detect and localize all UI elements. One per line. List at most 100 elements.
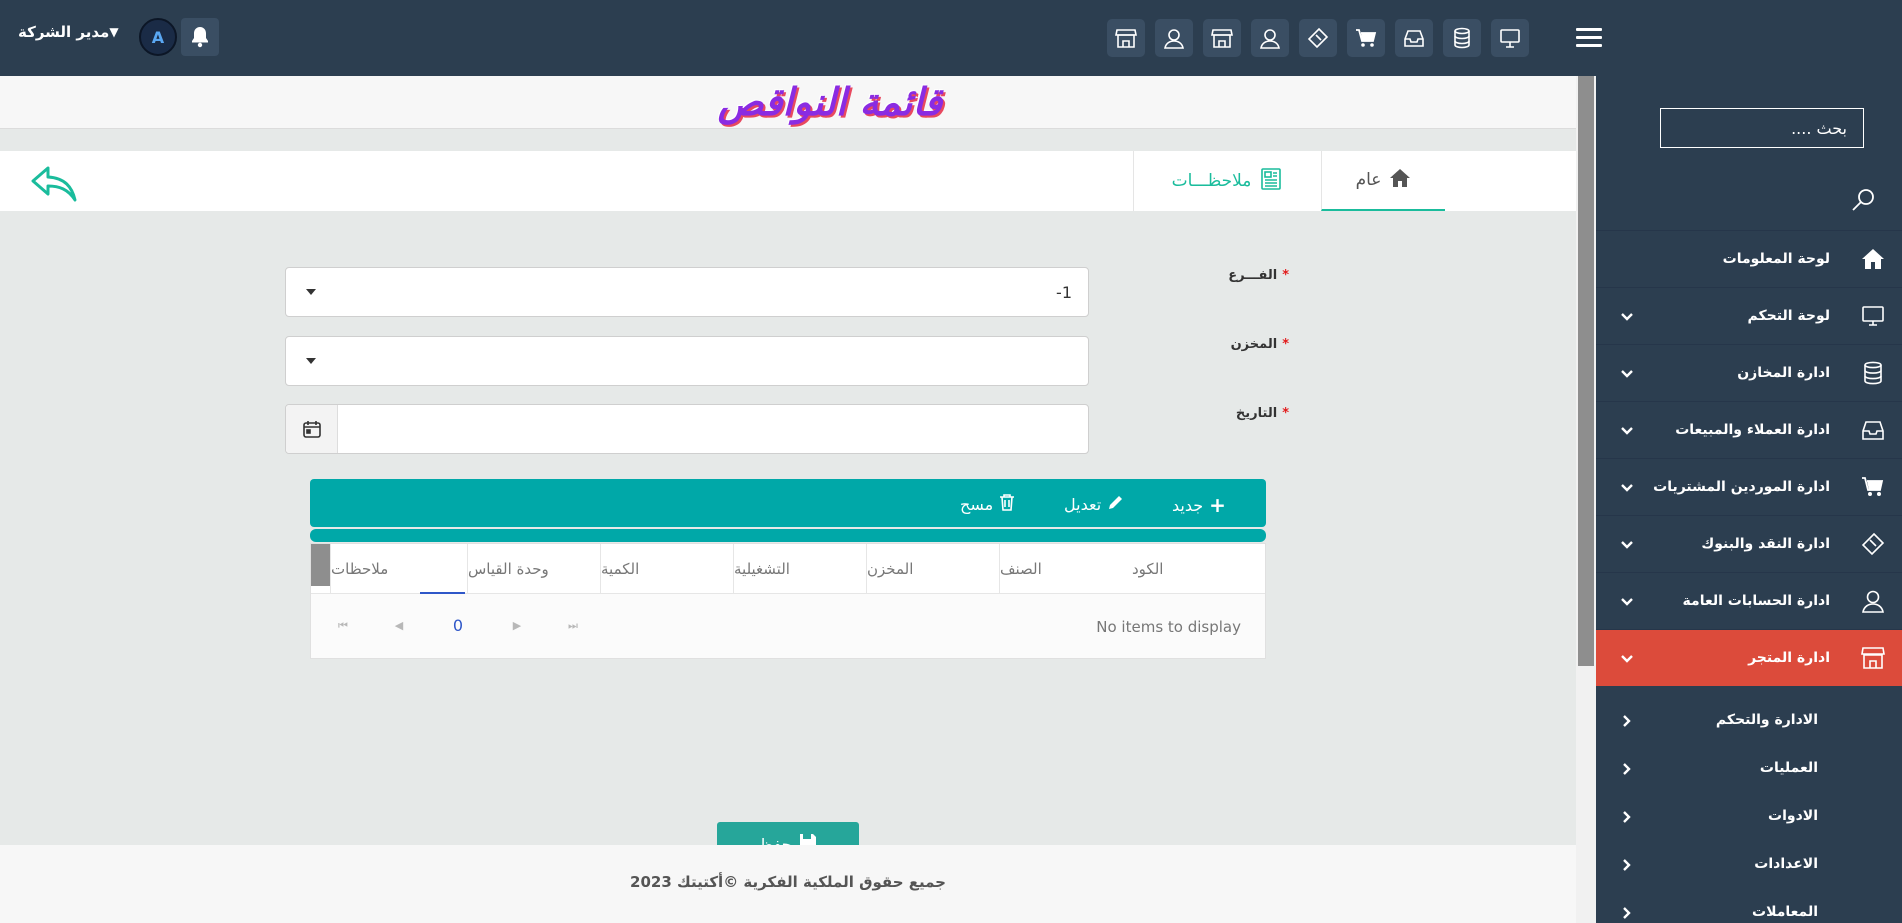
branch-value: -1 [1056,283,1072,302]
newspaper-icon [1259,167,1283,196]
ticket-icon[interactable] [1299,19,1337,57]
search-input[interactable] [1660,108,1864,148]
sidebar-subitem-tools[interactable]: الادوات [1596,792,1902,840]
tab-notes[interactable]: ملاحظـــات [1133,151,1321,211]
back-arrow-icon[interactable] [30,165,78,207]
page-number[interactable]: 0 [447,616,469,635]
copyright-text: جميع حقوق الملكية الفكرية ©أكتيتك 2023 [630,873,946,891]
sidebar-item-control-panel[interactable]: لوحة التحكم [1596,287,1902,344]
required-mark: * [1282,406,1289,421]
store-select[interactable] [285,336,1089,386]
sidebar-item-warehouses[interactable]: ادارة المخازن [1596,344,1902,401]
column-header[interactable]: ملاحظات [330,544,467,594]
sidebar-subitem-management[interactable]: الادارة والتحكم [1596,696,1902,744]
home-icon [1861,248,1885,270]
edit-button[interactable]: تعديل [1064,493,1125,515]
user-icon[interactable] [1251,19,1289,57]
title-bar: قائمة النواقص [0,76,1576,129]
store-icon[interactable] [1203,19,1241,57]
plus-icon: + [1209,493,1226,517]
chevron-down-icon [1620,367,1634,383]
quick-icons [1107,19,1529,57]
bell-icon[interactable] [181,18,219,56]
next-page-icon[interactable]: ▶ [509,619,525,632]
pager-controls: ⏮ ◀ 0 ▶ ⏭ [335,616,581,635]
inbox-icon [1861,419,1885,441]
trash-icon [999,493,1015,515]
page-scrollbar[interactable] [1576,76,1596,923]
monitor-icon[interactable] [1491,19,1529,57]
top-bar: ▼ مدير الشركة A [0,0,1902,76]
pencil-icon [1107,493,1125,515]
home-icon [1389,168,1411,193]
sidebar-item-cash-banks[interactable]: ادارة النقد والبنوك [1596,515,1902,572]
tab-notes-label: ملاحظـــات [1171,171,1252,191]
save-button[interactable]: حفظ [717,822,859,846]
column-header[interactable]: التشغيلية [733,544,866,594]
hamburger-menu-icon[interactable] [1576,28,1602,48]
database-icon [1861,361,1885,385]
branch-select[interactable]: -1 [285,267,1089,317]
sidebar-item-store[interactable]: ادارة المتجر [1596,629,1902,686]
prev-page-icon[interactable]: ◀ [391,619,407,632]
empty-message: No items to display [1096,618,1241,636]
chevron-right-icon [1622,762,1632,780]
sidebar-subitem-settings[interactable]: الاعدادات [1596,840,1902,888]
user-icon [1861,590,1885,613]
new-button[interactable]: + جديد [1172,493,1226,517]
required-mark: * [1282,337,1289,352]
sidebar-subitem-transactions[interactable]: المعاملات [1596,888,1902,923]
user-icon[interactable] [1155,19,1193,57]
delete-button[interactable]: مسح [960,493,1015,515]
chevron-down-icon [1620,538,1634,554]
user-name: مدير الشركة [18,23,110,41]
store-label: *المخزن [1230,337,1289,352]
grid-toolbar: + جديد تعديل مسح [310,479,1266,527]
chevron-right-icon [1622,858,1632,876]
sidebar-item-suppliers-purchases[interactable]: ادارة الموردين المشتريات [1596,458,1902,515]
column-header[interactable]: المخزن [866,544,999,594]
sidebar-subitem-operations[interactable]: العمليات [1596,744,1902,792]
sidebar: لوحة المعلومات لوحة التحكم ادارة المخازن… [1596,76,1902,923]
calendar-icon[interactable] [286,405,338,453]
monitor-icon [1861,305,1885,327]
grid-scrollbar[interactable] [311,544,330,586]
chevron-down-icon [1620,424,1634,440]
last-page-icon[interactable]: ⏭ [565,619,581,633]
avatar[interactable]: A [139,18,177,56]
chevron-right-icon [1622,906,1632,923]
chevron-down-icon [1620,595,1634,611]
sidebar-item-dashboard[interactable]: لوحة المعلومات [1596,230,1902,287]
search-icon[interactable] [1850,187,1876,217]
tab-general[interactable]: عام [1321,151,1445,211]
page-title: قائمة النواقص [717,79,943,124]
date-label: *التاريخ [1235,406,1289,421]
items-grid: الكود الصنف المخزن التشغيلية الكمية وحدة… [310,543,1266,659]
date-input[interactable] [285,404,1089,454]
column-header[interactable]: الصنف [999,544,1132,594]
database-icon[interactable] [1443,19,1481,57]
branch-label: *الفـــرع [1228,268,1289,283]
user-menu[interactable]: ▼ مدير الشركة [18,23,125,41]
column-header[interactable]: الكود [1132,544,1265,594]
cart-icon[interactable] [1347,19,1385,57]
dropdown-arrow-icon[interactable] [306,358,316,364]
tab-bar: عام ملاحظـــات [0,151,1576,211]
dropdown-arrow-icon[interactable] [306,289,316,295]
grid-divider [310,529,1266,542]
inbox-icon[interactable] [1395,19,1433,57]
first-page-icon[interactable]: ⏮ [335,619,351,633]
sidebar-menu: لوحة المعلومات لوحة التحكم ادارة المخازن… [1596,230,1902,923]
grid-header: الكود الصنف المخزن التشغيلية الكمية وحدة… [311,544,1265,594]
column-header[interactable]: وحدة القياس [467,544,600,594]
sidebar-item-general-accounts[interactable]: ادارة الحسابات العامة [1596,572,1902,629]
column-header[interactable]: الكمية [600,544,733,594]
chevron-down-icon [1620,310,1634,326]
store-icon[interactable] [1107,19,1145,57]
chevron-right-icon [1622,810,1632,828]
chevron-down-icon [1620,652,1634,668]
grid-pager: ⏮ ◀ 0 ▶ ⏭ No items to display [311,594,1265,658]
sidebar-item-customers-sales[interactable]: ادارة العملاء والمبيعات [1596,401,1902,458]
scrollbar-thumb[interactable] [1578,76,1594,666]
chevron-right-icon [1622,714,1632,732]
